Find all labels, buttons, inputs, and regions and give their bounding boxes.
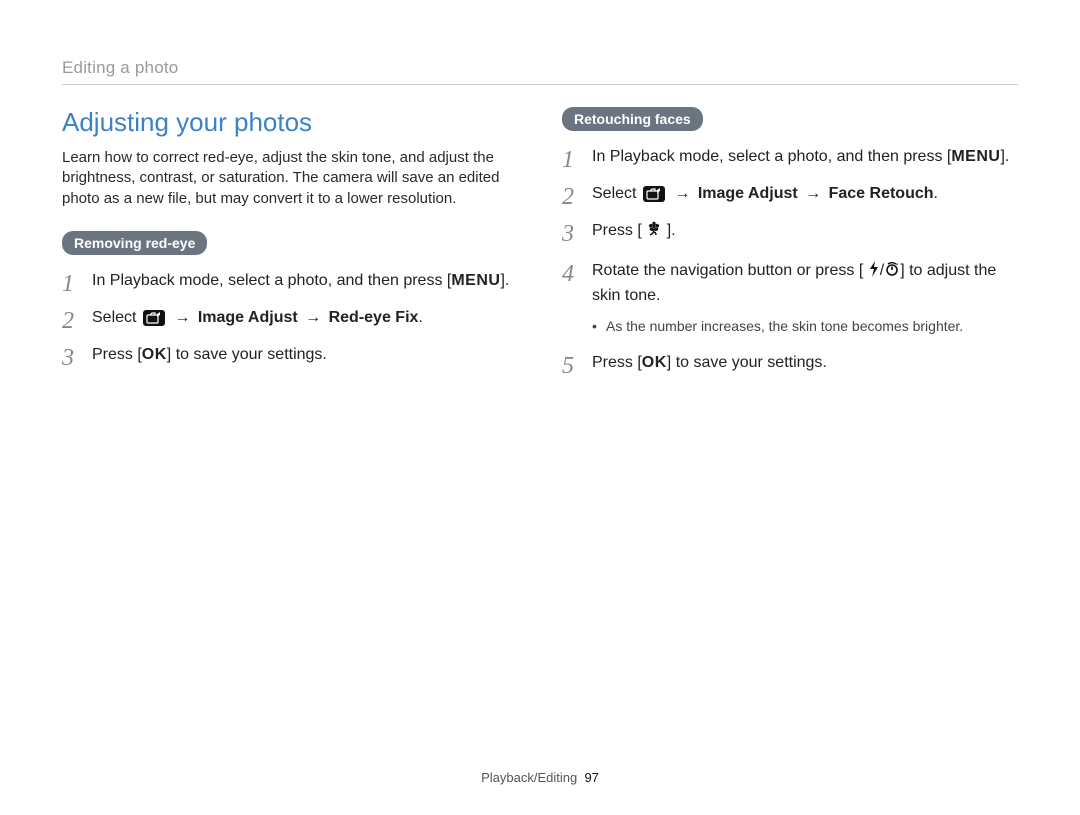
step-4: Rotate the navigation button or press [ … [562,259,1018,307]
footer-section: Playback/Editing [481,770,577,785]
sub-bullet-list: As the number increases, the skin tone b… [562,317,1018,337]
ok-key: OK [142,346,167,363]
edit-tab-icon [643,186,665,202]
intro-paragraph: Learn how to correct red-eye, adjust the… [62,148,518,209]
content-columns: Adjusting your photos Learn how to corre… [62,107,1018,388]
sub-bullet-item: As the number increases, the skin tone b… [592,317,1018,337]
step-5: Press [OK] to save your settings. [562,351,1018,374]
step-text-end: ] to save your settings. [667,354,827,371]
ok-key: OK [642,354,667,371]
step-text: In Playback mode, select a photo, and th… [592,148,951,165]
step-text: In Playback mode, select a photo, and th… [92,272,451,289]
header-divider [62,84,1018,85]
subsection-pill-red-eye: Removing red-eye [62,231,207,255]
step-1: In Playback mode, select a photo, and th… [62,269,518,292]
arrow: → [671,185,697,202]
menu-path-red-eye-fix: Red-eye Fix [329,309,419,326]
page-footer: Playback/Editing 97 [0,770,1080,785]
right-column: Retouching faces In Playback mode, selec… [562,107,1018,388]
edit-tab-icon [143,310,165,326]
steps-right: In Playback mode, select a photo, and th… [562,145,1018,307]
step-text-end: ]. [667,222,676,239]
arrow: → [171,309,197,326]
steps-left: In Playback mode, select a photo, and th… [62,269,518,367]
step-text: Rotate the navigation button or press [ [592,262,863,279]
steps-right-cont: Press [OK] to save your settings. [562,351,1018,374]
step-3: Press [ ]. [562,219,1018,244]
subsection-pill-retouching: Retouching faces [562,107,703,131]
manual-page: Editing a photo Adjusting your photos Le… [0,0,1080,815]
period: . [418,309,422,326]
step-2: Select → Image Adjust → Face Retouch. [562,182,1018,205]
arrow: → [798,185,829,202]
menu-path-image-adjust: Image Adjust [698,185,798,202]
step-text: Select [92,309,141,326]
page-number: 97 [584,770,598,785]
step-text: Press [ [592,354,642,371]
step-text-end: ]. [500,272,509,289]
step-text-end: ] to save your settings. [167,346,327,363]
period: . [934,185,938,202]
flash-icon [868,261,880,284]
menu-path-image-adjust: Image Adjust [198,309,298,326]
arrow: → [298,309,329,326]
menu-path-face-retouch: Face Retouch [829,185,934,202]
step-2: Select → Image Adjust → Red-eye Fix. [62,306,518,329]
step-text: Select [592,185,641,202]
self-timer-icon [884,261,900,284]
menu-key: MENU [451,272,500,289]
section-heading: Adjusting your photos [62,107,518,138]
left-column: Adjusting your photos Learn how to corre… [62,107,518,388]
menu-key: MENU [951,148,1000,165]
macro-flower-icon [646,221,662,244]
step-text-end: ]. [1000,148,1009,165]
step-1: In Playback mode, select a photo, and th… [562,145,1018,168]
breadcrumb: Editing a photo [62,58,1018,78]
step-3: Press [OK] to save your settings. [62,343,518,366]
step-text: Press [ [92,346,142,363]
step-text: Press [ [592,222,642,239]
